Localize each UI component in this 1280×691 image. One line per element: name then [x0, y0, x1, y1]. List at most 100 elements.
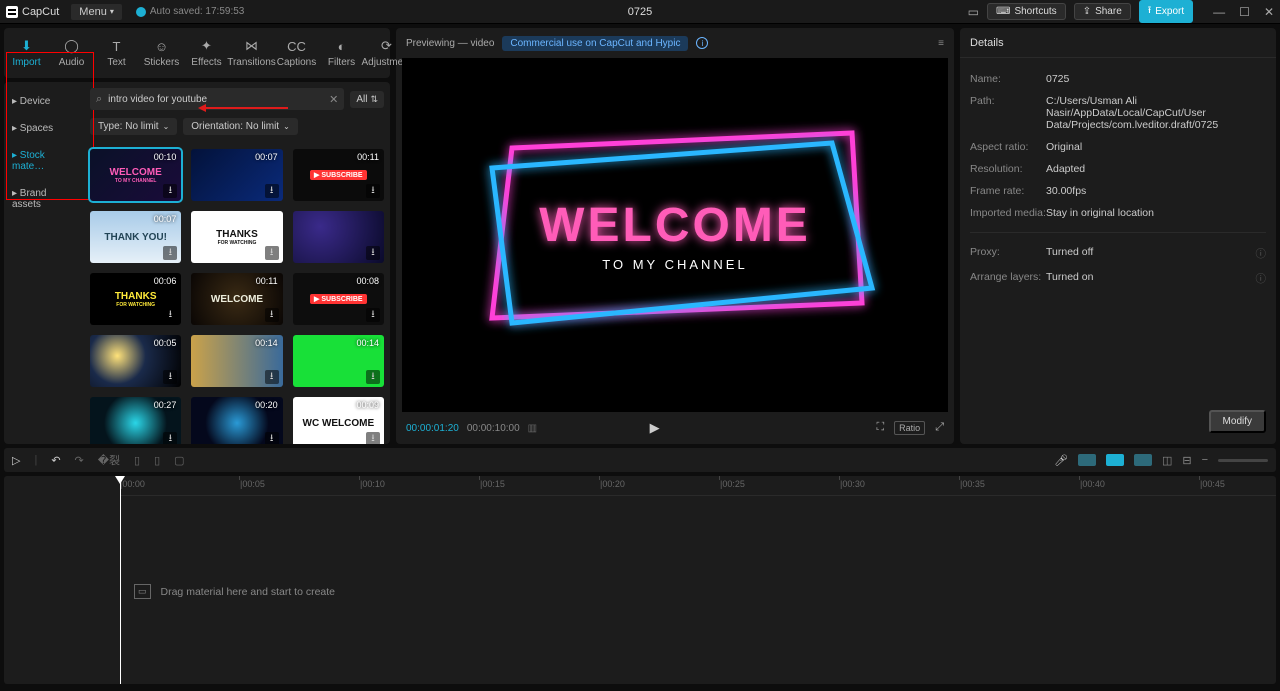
- timeline[interactable]: |00:00|00:05|00:10|00:15|00:20|00:25|00:…: [4, 476, 1276, 684]
- close-icon[interactable]: ✕: [1264, 5, 1274, 19]
- thumb-13[interactable]: 00:20⭳: [191, 397, 282, 444]
- preview-viewport[interactable]: WELCOME TO MY CHANNEL: [402, 58, 948, 412]
- scan-icon[interactable]: ⛶: [876, 421, 884, 435]
- toggle-1[interactable]: [1078, 454, 1096, 466]
- menu-button[interactable]: Menu ▾: [71, 4, 122, 20]
- download-icon[interactable]: ⭳: [163, 370, 177, 384]
- align-icon[interactable]: ◫: [1162, 454, 1172, 467]
- columns-icon[interactable]: ▥: [528, 423, 537, 434]
- download-icon[interactable]: ⭳: [163, 432, 177, 444]
- download-icon[interactable]: ⭳: [366, 370, 380, 384]
- ratio-button[interactable]: Ratio: [894, 421, 925, 435]
- app-name: CapCut: [22, 6, 59, 18]
- split-icon[interactable]: �裂: [98, 452, 120, 468]
- transitions-icon: ⋈: [245, 38, 258, 54]
- tab-import[interactable]: ⬇Import: [4, 28, 49, 78]
- download-icon[interactable]: ⭳: [366, 246, 380, 260]
- project-title: 0725: [628, 6, 652, 18]
- info-icon[interactable]: ⓘ: [1256, 271, 1267, 286]
- pointer-tool-icon[interactable]: ▷: [12, 454, 20, 467]
- download-icon[interactable]: ⭳: [366, 308, 380, 322]
- app-logo: CapCut: [6, 6, 59, 18]
- download-icon[interactable]: ⭳: [265, 246, 279, 260]
- thumb-6[interactable]: THANKSFOR WATCHING00:06⭳: [90, 273, 181, 325]
- zoom-out-icon[interactable]: −: [1202, 454, 1208, 466]
- toggle-2[interactable]: [1106, 454, 1124, 466]
- download-icon[interactable]: ⭳: [265, 432, 279, 444]
- detail-row: Resolution:Adapted: [970, 158, 1266, 180]
- tab-text[interactable]: TText: [94, 28, 139, 78]
- timeline-ruler[interactable]: |00:00|00:05|00:10|00:15|00:20|00:25|00:…: [120, 476, 1276, 496]
- tool-icon-3[interactable]: ▢: [174, 454, 184, 467]
- download-icon[interactable]: ⭳: [265, 370, 279, 384]
- download-icon[interactable]: ⭳: [366, 184, 380, 198]
- play-button[interactable]: ▶: [650, 420, 660, 436]
- tab-effects[interactable]: ✦Effects: [184, 28, 229, 78]
- minimize-icon[interactable]: —: [1213, 5, 1225, 19]
- info-icon[interactable]: i: [696, 37, 708, 49]
- thumb-5[interactable]: ⭳: [293, 211, 384, 263]
- orientation-filter[interactable]: Orientation: No limit ⌄: [183, 118, 298, 135]
- clear-search-icon[interactable]: ✕: [329, 93, 338, 106]
- info-icon[interactable]: ⓘ: [1256, 246, 1267, 261]
- download-icon[interactable]: ⭳: [265, 308, 279, 322]
- thumb-1[interactable]: 00:07⭳: [191, 149, 282, 201]
- thumb-10[interactable]: 00:14⭳: [191, 335, 282, 387]
- thumb-3[interactable]: THANK YOU!00:07⭳: [90, 211, 181, 263]
- thumb-11[interactable]: 00:14⭳: [293, 335, 384, 387]
- download-icon[interactable]: ⭳: [163, 246, 177, 260]
- thumb-4[interactable]: THANKSFOR WATCHING⭳: [191, 211, 282, 263]
- import-icon: ⬇: [21, 38, 32, 54]
- thumb-12[interactable]: 00:27⭳: [90, 397, 181, 444]
- tab-stickers[interactable]: ☺Stickers: [139, 28, 184, 78]
- toggle-3[interactable]: [1134, 454, 1152, 466]
- filter-all-button[interactable]: All ⇅: [350, 91, 384, 108]
- sidebar-item-1[interactable]: ▸ Spaces: [4, 115, 84, 142]
- titlebar: CapCut Menu ▾ Auto saved: 17:59:53 0725 …: [0, 0, 1280, 24]
- thumb-8[interactable]: ▶ SUBSCRIBE00:08⭳: [293, 273, 384, 325]
- share-button[interactable]: ⇪Share: [1074, 3, 1131, 20]
- search-input[interactable]: [108, 94, 323, 105]
- tool-icon-1[interactable]: ▯: [134, 454, 140, 467]
- details-title: Details: [960, 28, 1276, 58]
- tab-captions[interactable]: CCCaptions: [274, 28, 319, 78]
- download-icon[interactable]: ⭳: [163, 184, 177, 198]
- sidebar-item-2[interactable]: ▸ Stock mate…: [4, 142, 84, 180]
- redo-icon[interactable]: ↷: [75, 454, 84, 467]
- tab-transitions[interactable]: ⋈Transitions: [229, 28, 274, 78]
- thumb-0[interactable]: WELCOMETO MY CHANNEL00:10⭳: [90, 149, 181, 201]
- thumb-9[interactable]: 00:05⭳: [90, 335, 181, 387]
- thumb-14[interactable]: WC WELCOME00:09⭳: [293, 397, 384, 444]
- cc-icon[interactable]: ⊟: [1182, 454, 1191, 467]
- mic-icon[interactable]: 🎤︎: [1054, 454, 1068, 467]
- thumbnail-grid: WELCOMETO MY CHANNEL00:10⭳00:07⭳▶ SUBSCR…: [90, 149, 384, 444]
- thumb-7[interactable]: WELCOME00:11⭳: [191, 273, 282, 325]
- media-panel: ⬇Import◯AudioTText☺Stickers✦Effects⋈Tran…: [4, 28, 390, 444]
- preview-heading: Previewing — video: [406, 38, 494, 49]
- modify-button[interactable]: Modify: [1209, 410, 1266, 433]
- sidebar-item-0[interactable]: ▸ Device: [4, 88, 84, 115]
- timeline-toolbar: ▷ | ↶ ↷ �裂 ▯ ▯ ▢ 🎤︎ ◫ ⊟ −: [4, 448, 1276, 472]
- download-icon[interactable]: ⭳: [163, 308, 177, 322]
- export-icon: ⭱: [1148, 3, 1152, 20]
- download-icon[interactable]: ⭳: [366, 432, 380, 444]
- tab-filters[interactable]: ◐Filters: [319, 28, 364, 78]
- autosave-status: Auto saved: 17:59:53: [136, 6, 245, 17]
- preview-menu-icon[interactable]: ≡: [938, 38, 944, 49]
- tool-icon-2[interactable]: ▯: [154, 454, 160, 467]
- playhead[interactable]: [120, 476, 121, 684]
- layout-icon[interactable]: ▭: [968, 5, 979, 19]
- thumb-2[interactable]: ▶ SUBSCRIBE00:11⭳: [293, 149, 384, 201]
- download-icon[interactable]: ⭳: [265, 184, 279, 198]
- export-button[interactable]: ⭱Export: [1139, 0, 1193, 23]
- detail-row: Name:0725: [970, 68, 1266, 90]
- shortcuts-button[interactable]: ⌨Shortcuts: [987, 3, 1066, 20]
- share-icon: ⇪: [1083, 6, 1091, 17]
- sidebar-item-3[interactable]: ▸ Brand assets: [4, 180, 84, 218]
- type-filter[interactable]: Type: No limit ⌄: [90, 118, 177, 135]
- undo-icon[interactable]: ↶: [51, 454, 60, 467]
- maximize-icon[interactable]: ☐: [1239, 5, 1250, 19]
- capcut-icon: [6, 6, 18, 18]
- tab-audio[interactable]: ◯Audio: [49, 28, 94, 78]
- fullscreen-icon[interactable]: ⤢: [935, 421, 944, 435]
